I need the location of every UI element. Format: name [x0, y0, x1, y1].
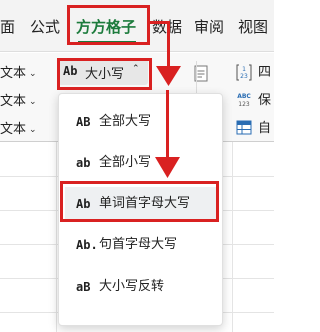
text-dropdown-1[interactable]: 文本 ⌄ [0, 66, 37, 82]
sentence-case-icon: Ab. [76, 238, 98, 252]
arrow-down-icon [156, 66, 181, 86]
number-icon[interactable]: 1 23 [236, 64, 252, 81]
menu-item-label: 全部小写 [99, 155, 152, 170]
annotation-arrow-segment [167, 21, 170, 69]
tab-formula[interactable]: 公式 [30, 17, 60, 37]
tab-page[interactable]: 面 [0, 17, 15, 37]
text-dropdown-2[interactable]: 文本 ⌄ [0, 94, 37, 110]
table-icon[interactable] [236, 119, 252, 136]
grid-col-line [56, 142, 57, 332]
abc-number-icon[interactable]: ABC 123 [236, 91, 252, 108]
menu-item-label: 句首字母大写 [99, 237, 178, 252]
text-dropdown-label: 文本 [0, 66, 27, 81]
svg-text:1: 1 [242, 66, 246, 73]
menu-item-label: 全部大写 [99, 114, 152, 129]
chevron-down-icon: ⌄ [29, 97, 37, 107]
annotation-box-tab [67, 5, 150, 45]
chevron-down-icon: ⌄ [29, 125, 37, 135]
toggle-case-icon: aB [76, 280, 91, 294]
arrow-down-icon [155, 157, 180, 178]
menu-item-sentence-case[interactable]: Ab. 句首字母大写 [65, 228, 218, 262]
ribbon-label-auto[interactable]: 自 [258, 121, 271, 137]
text-dropdown-3[interactable]: 文本 ⌄ [0, 122, 37, 138]
app-window: 面 公式 方方格子 数据 审阅 视图 文本⌄ 文本⌄ 文本⌄ Ab 大小写 ⌃ [0, 0, 274, 332]
menu-item-all-lowercase[interactable]: ab 全部小写 [65, 146, 218, 180]
grid-col-line [232, 142, 233, 332]
svg-text:23: 23 [240, 73, 248, 80]
annotation-box-case-button [57, 58, 152, 90]
tab-review[interactable]: 审阅 [194, 17, 224, 37]
svg-text:ABC: ABC [237, 93, 251, 100]
chevron-down-icon: ⌄ [29, 69, 37, 79]
text-dropdown-label: 文本 [0, 122, 27, 137]
text-dropdown-label: 文本 [0, 94, 27, 109]
annotation-arrow-segment [166, 90, 169, 160]
ribbon-label-four[interactable]: 四 [258, 65, 271, 81]
tab-view[interactable]: 视图 [238, 17, 268, 37]
annotation-box-menu-item [60, 181, 219, 222]
lowercase-icon: ab [76, 156, 91, 170]
uppercase-icon: AB [76, 115, 91, 129]
menu-item-toggle-case[interactable]: aB 大小写反转 [65, 270, 218, 304]
ribbon-label-protect[interactable]: 保 [258, 93, 271, 109]
menu-item-label: 大小写反转 [99, 279, 165, 294]
menu-item-all-uppercase[interactable]: AB 全部大写 [65, 105, 218, 139]
svg-text:123: 123 [238, 101, 250, 108]
